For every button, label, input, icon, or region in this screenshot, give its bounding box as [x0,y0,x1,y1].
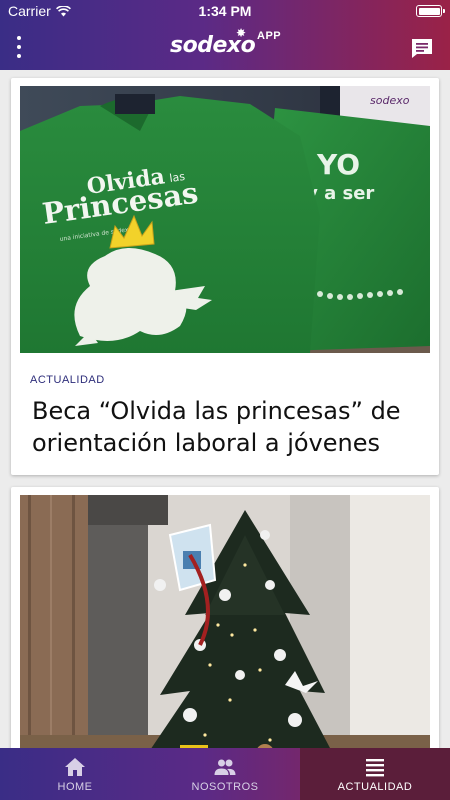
tab-nosotros[interactable]: NOSOTROS [150,748,300,800]
box-logo-text: sodexo [370,94,410,107]
list-icon [366,758,384,776]
christmas-tree-photo [20,495,430,748]
tshirts-photo: sodexo YO voy a ser Olvida las Princesas… [20,86,430,353]
card-category: ACTUALIDAD [30,374,105,386]
chat-icon[interactable] [410,36,434,60]
home-icon [65,757,85,776]
more-menu-button[interactable] [10,36,28,58]
app-header: Carrier 1:34 PM sodexo ✸ APP [0,0,450,70]
tab-actualidad-label: ACTUALIDAD [337,780,413,793]
clock: 1:34 PM [198,3,252,19]
card-image-tshirts: sodexo YO voy a ser Olvida las Princesas… [20,86,430,353]
dot-icon [17,45,21,49]
tab-bar: HOME NOSOTROS ACTUALIDAD [0,748,450,800]
battery-icon [416,5,445,17]
dot-icon [17,54,21,58]
card-image-christmas-tree [20,495,430,748]
tab-home-label: HOME [57,780,93,793]
news-card[interactable] [11,487,439,748]
card-title[interactable]: Beca “Olvida las princesas” de orientaci… [32,395,427,459]
news-card[interactable]: sodexo YO voy a ser Olvida las Princesas… [11,78,439,475]
status-bar: Carrier 1:34 PM [0,0,450,22]
tab-actualidad[interactable]: ACTUALIDAD [300,748,450,800]
tab-home[interactable]: HOME [0,748,150,800]
dot-icon [17,36,21,40]
star-icon: ✸ [236,26,247,40]
shirt-yo-text: YO [316,148,360,181]
people-icon [214,759,236,775]
tab-nosotros-label: NOSOTROS [191,780,259,793]
app-label: APP [257,30,282,42]
sodexo-logo: sodexo ✸ [170,26,256,61]
news-feed[interactable]: sodexo YO voy a ser Olvida las Princesas… [0,70,450,748]
